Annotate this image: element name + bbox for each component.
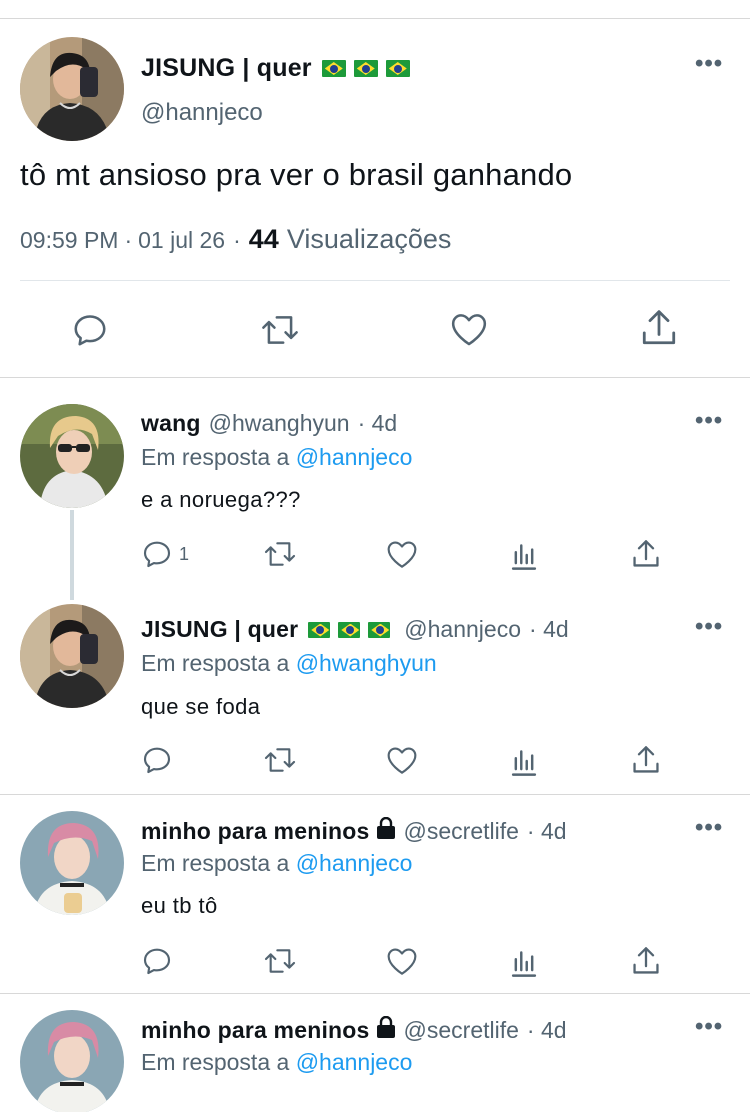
- user-handle[interactable]: @hannjeco: [404, 616, 521, 643]
- share-icon[interactable]: [632, 744, 660, 776]
- reply-text: eu tb tô: [141, 893, 218, 918]
- flag-emojis: [321, 60, 410, 77]
- reply-count: 1: [179, 543, 190, 564]
- reply-icon[interactable]: [141, 945, 173, 977]
- user-handle[interactable]: @hwanghyun: [209, 410, 350, 437]
- reply-header: wang @hwanghyun · 4d: [141, 410, 397, 437]
- brazil-flag-icon: [321, 60, 346, 77]
- flag-emojis: [308, 621, 391, 638]
- reply-to-link[interactable]: @hwanghyun: [296, 650, 437, 676]
- display-name[interactable]: JISUNG | quer: [141, 616, 298, 643]
- like-icon[interactable]: [386, 745, 418, 775]
- display-name[interactable]: minho para meninos: [141, 1017, 370, 1044]
- avatar[interactable]: [20, 811, 124, 915]
- reply-header: minho para meninos @secretlife · 4d: [141, 816, 567, 845]
- tweet-date[interactable]: 01 jul 26: [138, 227, 225, 254]
- retweet-icon[interactable]: [262, 945, 298, 977]
- share-icon[interactable]: [632, 945, 660, 977]
- tweet-text: tô mt ansioso pra ver o brasil ganhando: [20, 157, 573, 192]
- brazil-flag-icon: [385, 60, 410, 77]
- avatar[interactable]: [20, 604, 124, 708]
- analytics-icon[interactable]: [510, 540, 538, 570]
- brazil-flag-icon: [368, 621, 391, 638]
- reply-context: Em resposta a @hannjeco: [141, 444, 412, 471]
- reply-text: que se foda: [141, 694, 261, 719]
- reply-time[interactable]: · 4d: [527, 1017, 567, 1044]
- more-options-icon[interactable]: •••: [695, 615, 723, 639]
- reply-to-link[interactable]: @hannjeco: [296, 444, 413, 470]
- meta-separator: ·: [124, 227, 133, 253]
- user-handle[interactable]: @secretlife: [404, 1017, 519, 1044]
- avatar[interactable]: [20, 404, 124, 508]
- display-name[interactable]: wang: [141, 410, 201, 437]
- reply-header: minho para meninos @secretlife · 4d: [141, 1015, 567, 1044]
- user-handle[interactable]: @hannjeco: [141, 99, 263, 127]
- retweet-icon[interactable]: [262, 744, 298, 776]
- reply-icon[interactable]: [71, 311, 109, 349]
- display-name[interactable]: minho para meninos: [141, 818, 370, 845]
- reply-prefix: Em resposta a: [141, 444, 290, 470]
- more-options-icon[interactable]: •••: [695, 409, 723, 433]
- like-icon[interactable]: [386, 539, 418, 569]
- reply-tweet[interactable]: JISUNG | quer @hannjeco · 4d ••• Em resp…: [0, 586, 750, 794]
- reply-time[interactable]: · 4d: [358, 410, 398, 437]
- reply-tweet[interactable]: wang @hwanghyun · 4d ••• Em resposta a @…: [0, 378, 750, 600]
- display-name-text[interactable]: JISUNG | quer: [141, 54, 312, 83]
- main-action-bar: [0, 281, 750, 379]
- reply-prefix: Em resposta a: [141, 850, 290, 876]
- tweet-time[interactable]: 09:59 PM: [20, 227, 118, 254]
- views-label: Visualizações: [286, 224, 452, 254]
- reply-context: Em resposta a @hannjeco: [141, 850, 412, 877]
- more-options-icon[interactable]: •••: [695, 52, 723, 76]
- share-icon[interactable]: [641, 308, 677, 348]
- meta-separator: ·: [233, 227, 241, 253]
- reply-icon[interactable]: [141, 744, 173, 776]
- tweet-meta: 09:59 PM · 01 jul 26 · 44 Visualizações: [20, 224, 451, 255]
- avatar[interactable]: [20, 37, 124, 141]
- like-icon[interactable]: [386, 946, 418, 976]
- analytics-icon[interactable]: [510, 746, 538, 776]
- reply-to-link[interactable]: @hannjeco: [296, 1049, 413, 1075]
- analytics-icon[interactable]: [510, 947, 538, 977]
- reply-text: e a noruega???: [141, 487, 301, 512]
- retweet-icon[interactable]: [259, 311, 301, 349]
- retweet-icon[interactable]: [262, 538, 298, 570]
- avatar[interactable]: [20, 1010, 124, 1112]
- more-options-icon[interactable]: •••: [695, 1015, 723, 1039]
- reply-prefix: Em resposta a: [141, 1049, 290, 1075]
- brazil-flag-icon: [308, 621, 331, 638]
- reply-header: JISUNG | quer @hannjeco · 4d: [141, 616, 569, 643]
- views-count: 44: [248, 224, 279, 254]
- main-tweet: JISUNG | quer @hannjeco ••• tô mt ansios…: [0, 19, 750, 379]
- reply-to-link[interactable]: @hannjeco: [296, 850, 413, 876]
- reply-prefix: Em resposta a: [141, 650, 290, 676]
- lock-icon: [376, 1015, 396, 1044]
- reply-button[interactable]: 1: [141, 538, 189, 570]
- reply-context: Em resposta a @hwanghyun: [141, 650, 437, 677]
- more-options-icon[interactable]: •••: [695, 816, 723, 840]
- user-handle[interactable]: @secretlife: [404, 818, 519, 845]
- reply-tweet[interactable]: minho para meninos @secretlife · 4d ••• …: [0, 994, 750, 1112]
- reply-time[interactable]: · 4d: [529, 616, 569, 643]
- display-name[interactable]: JISUNG | quer: [141, 54, 410, 83]
- share-icon[interactable]: [632, 538, 660, 570]
- brazil-flag-icon: [338, 621, 361, 638]
- like-icon[interactable]: [450, 311, 488, 347]
- brazil-flag-icon: [353, 60, 378, 77]
- reply-tweet[interactable]: minho para meninos @secretlife · 4d ••• …: [0, 795, 750, 993]
- reply-context: Em resposta a @hannjeco: [141, 1049, 412, 1076]
- reply-icon: [141, 538, 173, 570]
- reply-time[interactable]: · 4d: [527, 818, 567, 845]
- lock-icon: [376, 816, 396, 845]
